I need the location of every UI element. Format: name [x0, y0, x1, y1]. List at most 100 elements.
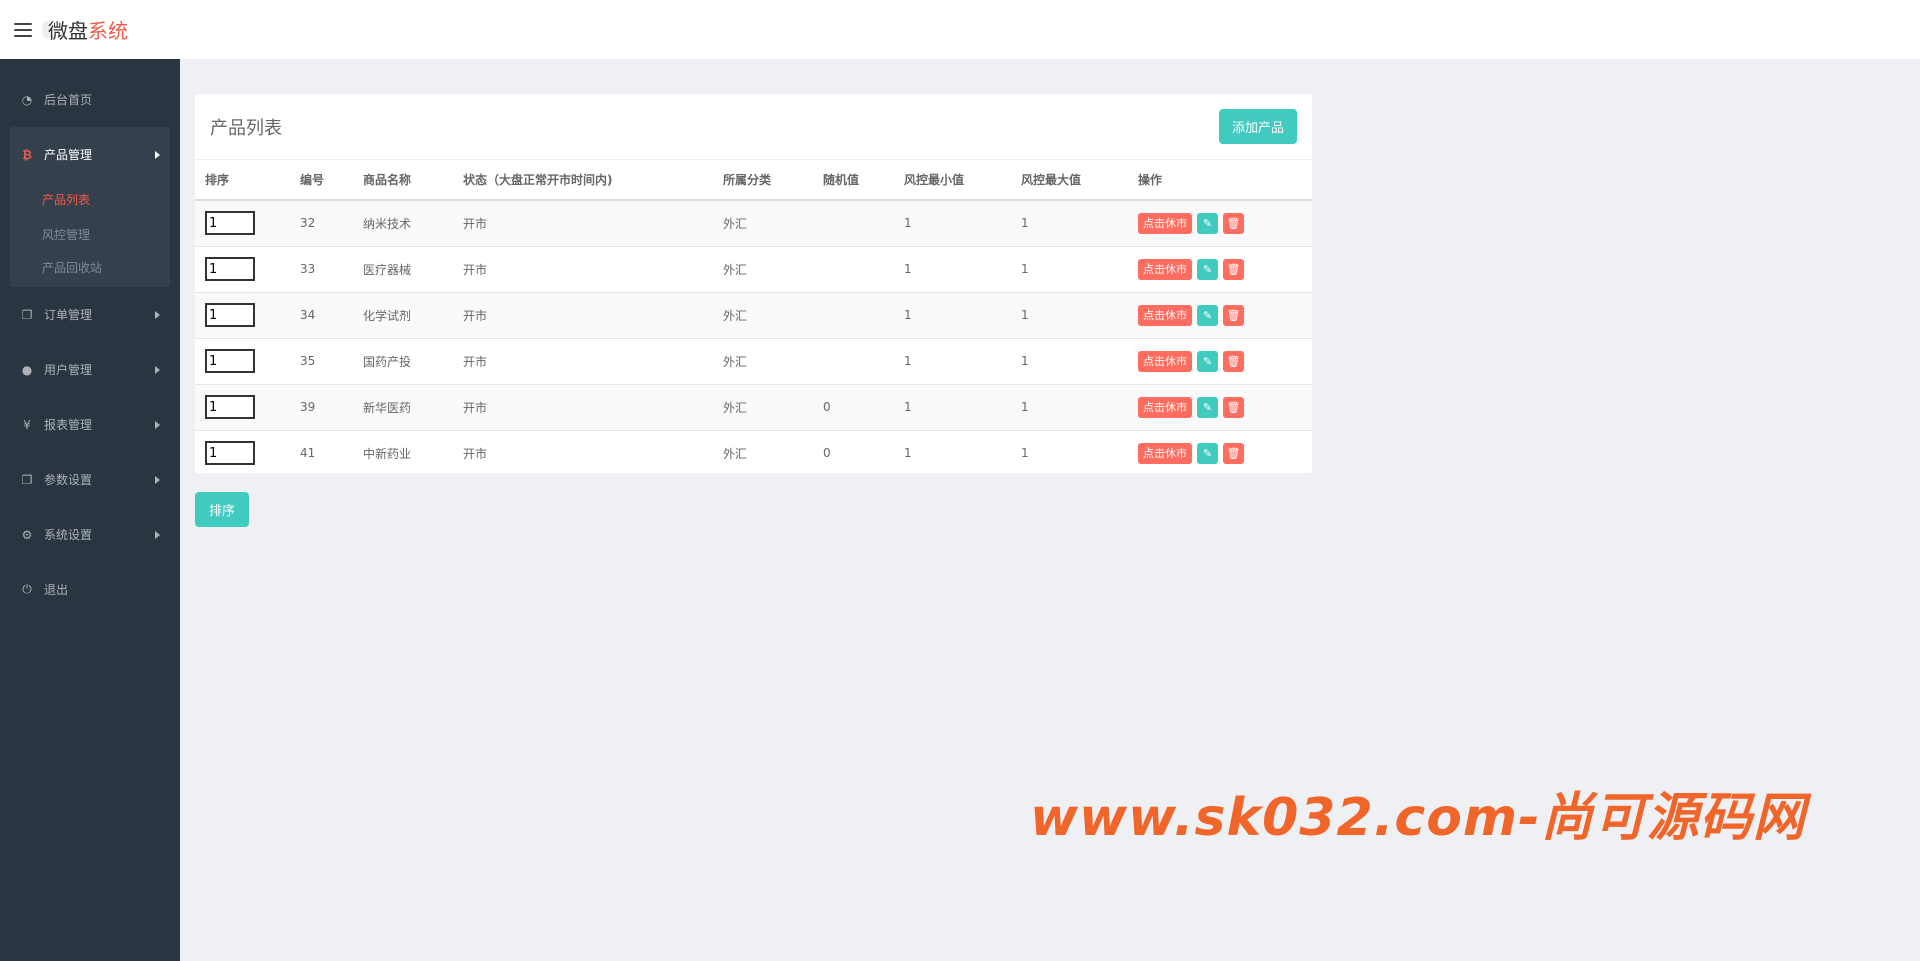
edit-button[interactable]: ✎ — [1197, 396, 1218, 418]
pencil-icon: ✎ — [1202, 401, 1213, 414]
status-cell: 开市 — [453, 429, 713, 476]
category-cell: 外汇 — [713, 291, 813, 338]
sidebar-subitem-recycle-bin[interactable]: 产品回收站 — [10, 252, 170, 287]
row-actions: 点击休市 ✎ 🗑 — [1138, 442, 1312, 464]
delete-button[interactable]: 🗑 — [1223, 258, 1244, 280]
delete-button[interactable]: 🗑 — [1223, 212, 1244, 234]
watermark-text: www.sk032.com-尚可源码网 — [1030, 788, 1806, 848]
sidebar-item-system[interactable]: ⚙ 系统设置 — [0, 507, 180, 562]
sidebar-item-orders[interactable]: ❐ 订单管理 — [0, 287, 180, 342]
sidebar-item-dashboard[interactable]: ◔ 后台首页 — [0, 72, 180, 127]
edit-button[interactable]: ✎ — [1197, 304, 1218, 326]
sort-order-input[interactable] — [205, 441, 255, 466]
delete-button[interactable]: 🗑 — [1223, 304, 1244, 326]
sort-order-input[interactable] — [205, 395, 255, 419]
product-name-cell: 国药产投 — [353, 337, 453, 384]
delete-button[interactable]: 🗑 — [1223, 396, 1244, 418]
table-header-row: 排序 编号 商品名称 状态（大盘正常开市时间内) 所属分类 随机值 风控最小值 … — [195, 160, 1312, 201]
sort-order-input[interactable] — [205, 211, 255, 236]
product-name-cell: 中新药业 — [353, 429, 453, 476]
yen-icon: ¥ — [23, 417, 31, 432]
category-cell: 外汇 — [713, 383, 813, 430]
actions-cell: 点击休市 ✎ 🗑 — [1128, 245, 1312, 292]
close-market-button[interactable]: 点击休市 — [1138, 350, 1192, 372]
sidebar-item-params[interactable]: ❐ 参数设置 — [0, 452, 180, 507]
top-bar: 微盘 系统 — [0, 0, 1920, 59]
sidebar-item-label: 用户管理 — [44, 363, 93, 377]
random-value-cell — [813, 337, 894, 384]
trash-icon: 🗑 — [1226, 263, 1241, 276]
sort-order-input[interactable] — [205, 303, 255, 327]
sort-order-input[interactable] — [205, 257, 255, 281]
caret-right-icon — [155, 150, 160, 159]
edit-button[interactable]: ✎ — [1197, 350, 1218, 372]
edit-button[interactable]: ✎ — [1197, 212, 1218, 234]
power-icon: ⏻ — [22, 582, 32, 596]
trash-icon: 🗑 — [1226, 355, 1241, 368]
risk-min-cell: 1 — [894, 383, 1011, 430]
sidebar-subitem-product-list[interactable]: 产品列表 — [10, 182, 170, 217]
brand-title-part2: 系统 — [88, 19, 128, 43]
sidebar-item-users[interactable]: ● 用户管理 — [0, 342, 180, 397]
menu-toggle-icon[interactable] — [14, 22, 32, 37]
sort-cell — [195, 291, 290, 338]
edit-button[interactable]: ✎ — [1197, 258, 1218, 280]
delete-button[interactable]: 🗑 — [1223, 350, 1244, 372]
risk-max-cell: 1 — [1011, 291, 1128, 338]
random-value-cell — [813, 245, 894, 292]
brand-logo: 微盘 系统 — [42, 15, 128, 44]
close-market-button[interactable]: 点击休市 — [1138, 304, 1192, 326]
add-product-button[interactable]: 添加产品 — [1218, 109, 1297, 144]
product-name-cell: 化学试剂 — [353, 291, 453, 338]
sidebar-item-label: 参数设置 — [44, 473, 93, 487]
caret-right-icon — [155, 530, 160, 539]
sidebar-item-label: 订单管理 — [44, 308, 93, 322]
category-cell: 外汇 — [713, 337, 813, 384]
sort-order-input[interactable] — [205, 349, 255, 373]
close-market-button[interactable]: 点击休市 — [1138, 212, 1192, 234]
sidebar-item-products[interactable]: ₿ 产品管理 — [10, 127, 170, 182]
risk-max-cell: 1 — [1011, 199, 1128, 246]
column-header: 操作 — [1128, 160, 1312, 201]
sidebar-item-logout[interactable]: ⏻ 退出 — [0, 562, 180, 617]
sidebar-group-products: ₿ 产品管理 产品列表 风控管理 产品回收站 — [10, 127, 170, 287]
id-cell: 34 — [290, 291, 353, 338]
sidebar-subitem-risk-control[interactable]: 风控管理 — [10, 217, 170, 252]
delete-button[interactable]: 🗑 — [1223, 442, 1244, 464]
sort-cell — [195, 245, 290, 292]
status-cell: 开市 — [453, 245, 713, 292]
table-row: 35 国药产投 开市 外汇 1 1 点击休市 ✎ 🗑 — [195, 337, 1312, 384]
product-list-panel: 产品列表 添加产品 排序 编号 商品名称 状态（大盘正常开市时间内) 所属分类 … — [195, 94, 1312, 476]
edit-button[interactable]: ✎ — [1197, 442, 1218, 464]
risk-min-cell: 1 — [894, 245, 1011, 292]
sidebar-item-label: 产品管理 — [44, 148, 93, 162]
sidebar-item-reports[interactable]: ¥ 报表管理 — [0, 397, 180, 452]
random-value-cell: 0 — [813, 429, 894, 476]
trash-icon: 🗑 — [1226, 309, 1241, 322]
column-header: 排序 — [195, 160, 290, 201]
panel-header: 产品列表 添加产品 — [195, 94, 1312, 160]
random-value-cell: 0 — [813, 383, 894, 430]
sidebar-item-label: 报表管理 — [44, 418, 93, 432]
actions-cell: 点击休市 ✎ 🗑 — [1128, 383, 1312, 430]
close-market-button[interactable]: 点击休市 — [1138, 258, 1192, 280]
id-cell: 32 — [290, 199, 353, 246]
page-title: 产品列表 — [210, 117, 282, 139]
pencil-icon: ✎ — [1202, 309, 1213, 322]
sort-cell — [195, 383, 290, 430]
column-header: 风控最小值 — [894, 160, 1011, 201]
random-value-cell — [813, 291, 894, 338]
trash-icon: 🗑 — [1226, 447, 1241, 460]
dashboard-icon: ◔ — [21, 92, 33, 107]
status-cell: 开市 — [453, 383, 713, 430]
caret-right-icon — [155, 475, 160, 484]
close-market-button[interactable]: 点击休市 — [1138, 396, 1192, 418]
caret-right-icon — [155, 365, 160, 374]
category-cell: 外汇 — [713, 245, 813, 292]
sort-button[interactable]: 排序 — [195, 492, 249, 527]
close-market-button[interactable]: 点击休市 — [1138, 442, 1192, 464]
table-row: 41 中新药业 开市 外汇 0 1 1 点击休市 ✎ 🗑 — [195, 429, 1312, 476]
table-row: 33 医疗器械 开市 外汇 1 1 点击休市 ✎ 🗑 — [195, 245, 1312, 292]
row-actions: 点击休市 ✎ 🗑 — [1138, 396, 1312, 418]
id-cell: 39 — [290, 383, 353, 430]
